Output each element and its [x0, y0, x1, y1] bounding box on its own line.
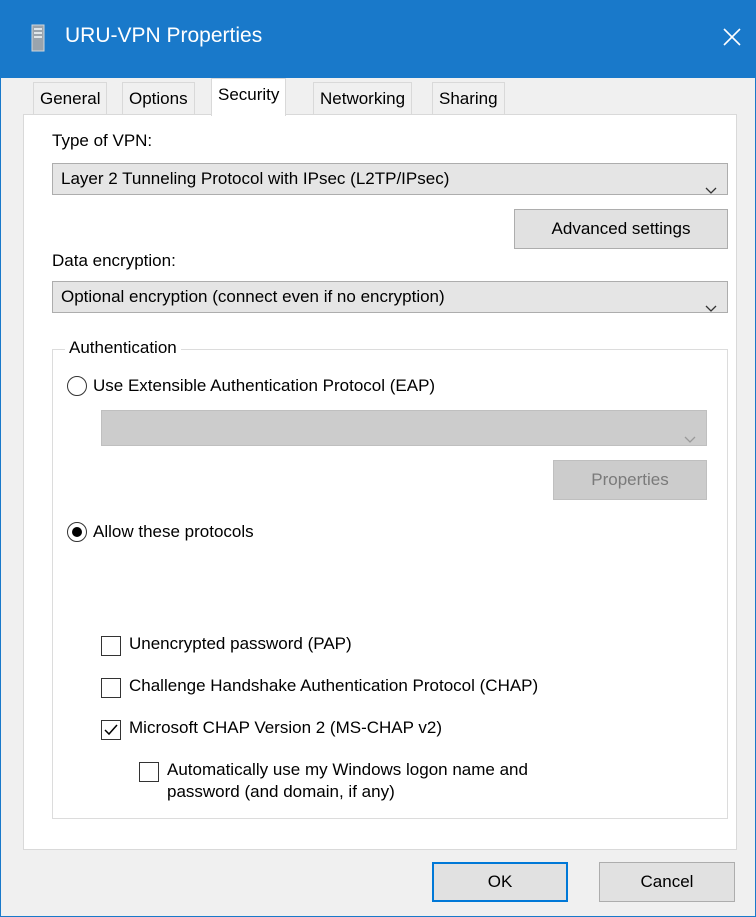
tab-options[interactable]: Options [122, 82, 195, 116]
chevron-down-icon [684, 424, 696, 454]
vpn-type-select[interactable]: Layer 2 Tunneling Protocol with IPsec (L… [52, 163, 728, 195]
authentication-title: Authentication [65, 338, 181, 358]
eap-radio-label[interactable]: Use Extensible Authentication Protocol (… [93, 376, 435, 396]
auto-logon-label-line2[interactable]: password (and domain, if any) [167, 782, 395, 802]
chap-checkbox[interactable] [101, 678, 121, 698]
eap-method-select[interactable] [101, 410, 707, 446]
allow-protocols-label[interactable]: Allow these protocols [93, 522, 254, 542]
encryption-value: Optional encryption (connect even if no … [61, 287, 445, 306]
security-panel: Type of VPN: Layer 2 Tunneling Protocol … [23, 114, 737, 850]
encryption-label: Data encryption: [52, 251, 176, 270]
chevron-down-icon [705, 293, 717, 323]
vpn-connection-icon [31, 24, 45, 52]
cancel-button[interactable]: Cancel [599, 862, 735, 902]
auto-logon-label-line1[interactable]: Automatically use my Windows logon name … [167, 760, 528, 780]
vpn-type-label: Type of VPN: [52, 131, 153, 150]
title-bar: URU-VPN Properties [1, 0, 756, 78]
tab-security[interactable]: Security [211, 78, 287, 116]
tab-sharing[interactable]: Sharing [432, 82, 505, 116]
window-title: URU-VPN Properties [65, 24, 263, 47]
tab-networking[interactable]: Networking [313, 82, 413, 116]
allow-protocols-radio[interactable] [67, 522, 87, 542]
auto-logon-checkbox[interactable] [139, 762, 159, 782]
pap-label[interactable]: Unencrypted password (PAP) [129, 634, 352, 654]
close-icon [723, 28, 741, 46]
eap-properties-button[interactable]: Properties [553, 460, 707, 500]
ok-button[interactable]: OK [432, 862, 568, 902]
close-button[interactable] [707, 12, 756, 62]
chap-label[interactable]: Challenge Handshake Authentication Proto… [129, 676, 538, 696]
vpn-type-value: Layer 2 Tunneling Protocol with IPsec (L… [61, 169, 450, 188]
properties-window: URU-VPN Properties General Options Secur… [0, 0, 756, 917]
pap-checkbox[interactable] [101, 636, 121, 656]
chevron-down-icon [705, 175, 717, 205]
encryption-select[interactable]: Optional encryption (connect even if no … [52, 281, 728, 313]
mschapv2-label[interactable]: Microsoft CHAP Version 2 (MS-CHAP v2) [129, 718, 442, 738]
authentication-group: Authentication Use Extensible Authentica… [52, 338, 728, 819]
advanced-settings-button[interactable]: Advanced settings [514, 209, 728, 249]
radio-selected-dot [72, 527, 82, 537]
mschapv2-checkbox[interactable] [101, 720, 121, 740]
checkmark-icon [104, 724, 118, 736]
tab-general[interactable]: General [33, 82, 108, 116]
eap-radio[interactable] [67, 376, 87, 396]
